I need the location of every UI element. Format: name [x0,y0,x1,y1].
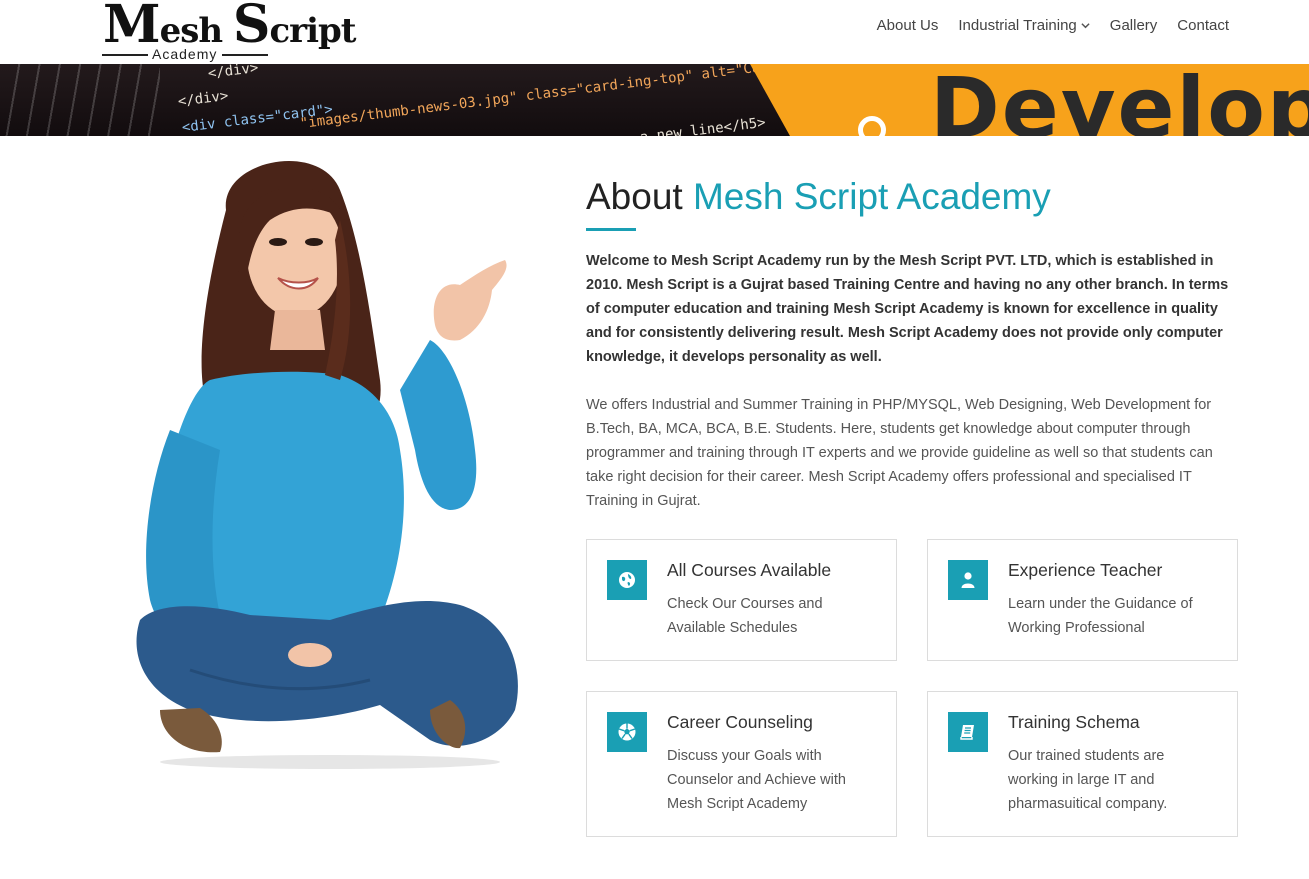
nav-industrial-training[interactable]: Industrial Training [958,17,1090,34]
site-header: Mesh Script Academy About Us Industrial … [0,0,1309,64]
nav-gallery[interactable]: Gallery [1110,17,1158,34]
logo-rule-right [222,54,268,56]
nav-label: Gallery [1109,17,1158,34]
nav-label: Industrial Training [958,17,1077,34]
site-logo[interactable]: Mesh Script Academy [100,0,356,64]
main-nav: About Us Industrial Training Gallery Con… [877,17,1229,34]
logo-wordmark: Mesh Script [103,0,356,55]
logo-subtitle: Academy [152,46,218,62]
feature-description: Learn under the Guidance of Working Prof… [1008,596,1193,636]
nav-label: About Us [876,17,939,34]
about-paragraph-1: Welcome to Mesh Script Academy run by th… [586,253,1229,365]
about-title: About Mesh Script Academy [586,176,1246,218]
feature-card-courses[interactable]: All Courses Available Check Our Courses … [586,539,897,661]
about-paragraph-2: We offers Industrial and Summer Training… [586,397,1213,509]
hero-banner: </div> </div> <div class="card"> "images… [0,64,1309,136]
book-icon [948,712,988,752]
feature-description: Discuss your Goals with Counselor and Ac… [667,748,846,812]
feature-card-teacher[interactable]: Experience Teacher Learn under the Guida… [927,539,1238,661]
user-icon [948,560,988,600]
nav-label: Contact [1177,17,1229,34]
globe-icon [607,560,647,600]
banner-ring-shape [858,116,886,136]
about-title-accent: Mesh Script Academy [692,176,1051,217]
banner-word: Develop [930,64,1309,136]
feature-description: Our trained students are working in larg… [1008,748,1168,812]
nav-about-us[interactable]: About Us [877,17,939,34]
feature-title: Experience Teacher [1008,560,1163,580]
chevron-down-icon [1081,23,1090,29]
about-title-prefix: About [586,176,683,217]
nav-contact[interactable]: Contact [1177,17,1229,34]
feature-title: Training Schema [1008,712,1140,732]
banner-stripes [0,64,160,136]
feature-description: Check Our Courses and Available Schedule… [667,596,823,636]
about-section: About Mesh Script Academy Welcome to Mes… [586,176,1246,513]
feature-card-counseling[interactable]: Career Counseling Discuss your Goals wit… [586,691,897,837]
logo-rule-left [102,54,148,56]
feature-title: Career Counseling [667,712,813,732]
feature-card-training[interactable]: Training Schema Our trained students are… [927,691,1238,837]
title-underline [586,228,636,231]
feature-title: All Courses Available [667,560,832,580]
football-icon [607,712,647,752]
student-photo [136,161,518,769]
